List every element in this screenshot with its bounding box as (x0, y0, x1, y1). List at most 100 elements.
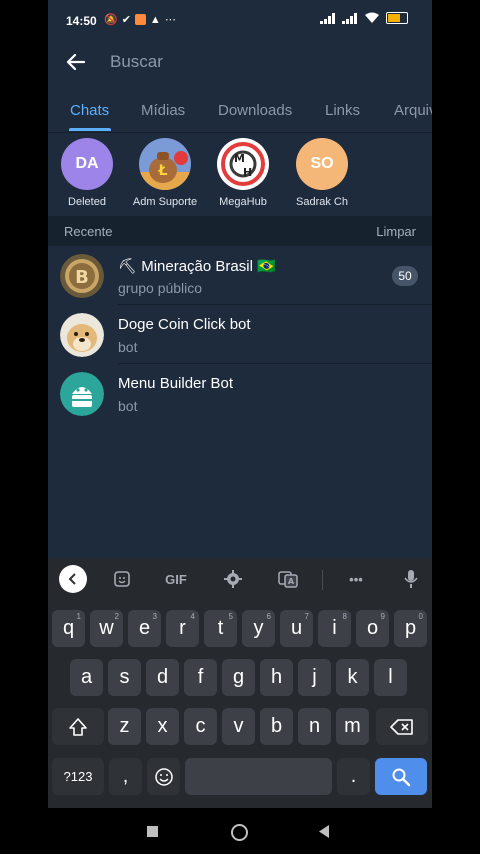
key-w[interactable]: w2 (90, 610, 123, 647)
telegram-search-screen: 14:50 🔕 ✔ ▲ ⋯ Chats Mídias Downloads Lin… (48, 0, 432, 808)
recent-person[interactable]: M H MegaHub (203, 136, 283, 208)
key-q[interactable]: q1 (52, 610, 85, 647)
tab-downloads[interactable]: Downloads (218, 102, 292, 119)
list-item[interactable]: Doge Coin Click bot bot (48, 305, 432, 364)
key-c[interactable]: c (184, 708, 217, 745)
translate-icon: A (278, 571, 298, 588)
status-bar: 14:50 🔕 ✔ ▲ ⋯ (48, 0, 432, 40)
emoji-key[interactable] (147, 758, 180, 795)
key-s[interactable]: s (108, 659, 141, 696)
key-z[interactable]: z (108, 708, 141, 745)
period-key[interactable]: . (337, 758, 370, 795)
key-r[interactable]: r4 (166, 610, 199, 647)
key-b[interactable]: b (260, 708, 293, 745)
recent-person[interactable]: Ł Adm Suporte (125, 136, 205, 208)
key-m[interactable]: m (336, 708, 369, 745)
status-right-icons (320, 12, 408, 24)
emoji-icon (154, 767, 173, 786)
system-navigation-bar (0, 808, 480, 854)
avatar: Ł (139, 138, 191, 190)
key-t[interactable]: t5 (204, 610, 237, 647)
android-bot-avatar-icon (60, 372, 104, 416)
on-screen-keyboard: GIF A ••• q1 w2 e3 r4 t5 y6 u7 i8 o9 p0 (48, 558, 432, 808)
key-k[interactable]: k (336, 659, 369, 696)
key-h[interactable]: h (260, 659, 293, 696)
chat-title: Menu Builder Bot (118, 375, 234, 392)
avatar-initials: DA (75, 155, 99, 172)
translate-button[interactable]: A (275, 566, 301, 592)
key-g[interactable]: g (222, 659, 255, 696)
back-arrow-icon[interactable] (62, 48, 90, 76)
microphone-icon (404, 570, 418, 588)
tab-midias[interactable]: Mídias (141, 102, 185, 119)
key-a[interactable]: a (70, 659, 103, 696)
megahub-logo-icon: M H (221, 142, 265, 186)
key-o[interactable]: o9 (356, 610, 389, 647)
recent-chat-list: B ⛏ Mineração Brasil 🇧🇷 grupo público 50… (48, 246, 432, 423)
space-key[interactable] (185, 758, 332, 795)
key-n[interactable]: n (298, 708, 331, 745)
gif-button[interactable]: GIF (163, 566, 189, 592)
search-input[interactable] (110, 48, 410, 76)
unread-badge: 50 (392, 266, 418, 286)
search-tabs: Chats Mídias Downloads Links Arquivos (48, 94, 432, 132)
key-u[interactable]: u7 (280, 610, 313, 647)
keyboard-collapse-button[interactable] (59, 565, 87, 593)
key-i[interactable]: i8 (318, 610, 351, 647)
voice-input-button[interactable] (398, 566, 424, 592)
search-key[interactable] (375, 758, 427, 795)
recent-person[interactable]: DA Deleted (48, 136, 127, 208)
battery-icon (386, 12, 408, 24)
key-j[interactable]: j (298, 659, 331, 696)
svg-text:A: A (288, 577, 295, 586)
tab-links[interactable]: Links (325, 102, 360, 119)
bitcoin-avatar-icon: B (60, 254, 104, 298)
sticker-icon (114, 571, 130, 587)
key-v[interactable]: v (222, 708, 255, 745)
svg-text:Ł: Ł (158, 163, 168, 179)
person-name: Adm Suporte (132, 196, 198, 208)
key-e[interactable]: e3 (128, 610, 161, 647)
recent-person[interactable]: SO Sadrak Ch (282, 136, 362, 208)
clear-recent-button[interactable]: Limpar (376, 224, 416, 239)
symbols-key[interactable]: ?123 (52, 758, 104, 795)
list-item[interactable]: B ⛏ Mineração Brasil 🇧🇷 grupo público 50 (48, 246, 432, 305)
key-x[interactable]: x (146, 708, 179, 745)
chat-subtitle: bot (118, 339, 138, 355)
comma-key[interactable]: , (109, 758, 142, 795)
tab-arquivos[interactable]: Arquivos (394, 102, 432, 119)
back-triangle-icon[interactable] (318, 825, 330, 838)
recents-square-icon[interactable] (147, 826, 158, 837)
app-notification-icon (134, 14, 146, 25)
backspace-icon (390, 718, 413, 735)
warning-icon: ▲ (149, 13, 161, 26)
svg-text:M: M (234, 152, 245, 165)
keyboard-settings-button[interactable] (220, 566, 246, 592)
recent-section-title: Recente (64, 224, 113, 239)
key-f[interactable]: f (184, 659, 217, 696)
avatar: DA (61, 138, 113, 190)
tab-chats[interactable]: Chats (70, 102, 109, 119)
list-item[interactable]: Menu Builder Bot bot (48, 364, 432, 423)
key-p[interactable]: p0 (394, 610, 427, 647)
backspace-key[interactable] (376, 708, 428, 745)
home-circle-icon[interactable] (231, 824, 248, 841)
key-l[interactable]: l (374, 659, 407, 696)
check-icon: ✔ (121, 14, 131, 26)
avatar: SO (296, 138, 348, 190)
search-icon (392, 768, 411, 786)
more-options-button[interactable]: ••• (343, 566, 369, 592)
doge-avatar-icon (60, 313, 104, 357)
sticker-button[interactable] (109, 566, 135, 592)
avatar: M H (217, 138, 269, 190)
more-notifications-icon: ⋯ (164, 14, 176, 26)
recent-people-row: DA Deleted Ł Adm Suporte M H MegaHub SO … (48, 136, 432, 214)
shift-key[interactable] (52, 708, 104, 745)
key-y[interactable]: y6 (242, 610, 275, 647)
keyboard-toolbar: GIF A ••• (48, 558, 432, 602)
key-d[interactable]: d (146, 659, 179, 696)
wifi-icon (365, 12, 379, 23)
person-name: MegaHub (219, 196, 267, 208)
chevron-left-icon (68, 573, 76, 585)
gear-icon (224, 570, 242, 588)
